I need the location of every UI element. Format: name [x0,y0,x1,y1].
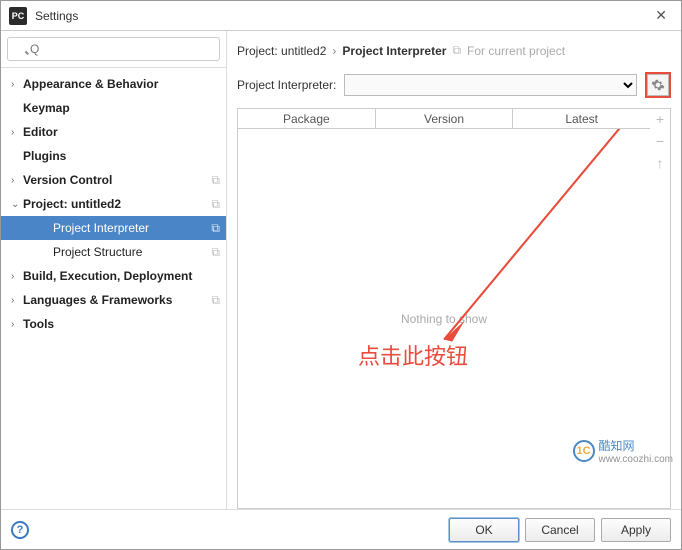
crumb-note: For current project [467,44,565,58]
app-icon: PC [9,7,27,25]
chevron-down-icon: ⌄ [11,199,23,210]
package-side-buttons: + − ↑ [650,109,670,508]
sidebar-item-label: Build, Execution, Deployment [23,269,220,283]
settings-tree: ›Appearance & BehaviorKeymap›EditorPlugi… [1,68,226,509]
close-icon[interactable]: ✕ [649,7,673,24]
sidebar-item-label: Tools [23,317,220,331]
main-panel: Project: untitled2 › Project Interpreter… [227,31,681,509]
sidebar-item-editor[interactable]: ›Editor [1,120,226,144]
search-input[interactable] [7,37,220,61]
chevron-right-icon: › [11,295,23,306]
ok-button[interactable]: OK [449,518,519,542]
sidebar-item-label: Editor [23,125,220,139]
sidebar: ›Appearance & BehaviorKeymap›EditorPlugi… [1,31,227,509]
sidebar-item-languages-frameworks[interactable]: ›Languages & Frameworks ⧉ [1,288,226,312]
sidebar-item-label: Version Control [23,173,207,187]
annotation-text: 点击此按钮 [358,339,468,371]
sidebar-item-build-execution-deployment[interactable]: ›Build, Execution, Deployment [1,264,226,288]
remove-package-button[interactable]: − [656,133,664,149]
project-scope-icon: ⧉ [211,221,220,236]
project-scope-icon: ⧉ [211,245,220,260]
apply-button[interactable]: Apply [601,518,671,542]
chevron-right-icon: › [11,127,23,138]
gear-highlight [645,72,671,98]
sidebar-item-label: Languages & Frameworks [23,293,207,307]
project-scope-icon: ⧉ [452,43,461,58]
sidebar-item-tools[interactable]: ›Tools [1,312,226,336]
chevron-right-icon: › [11,271,23,282]
crumb-parent[interactable]: Project: untitled2 [237,44,326,58]
sidebar-item-label: Project Interpreter [53,221,207,235]
sidebar-item-appearance-behavior[interactable]: ›Appearance & Behavior [1,72,226,96]
crumb-current: Project Interpreter [342,44,446,58]
table-header: Package Version Latest [238,109,650,129]
col-package[interactable]: Package [238,109,376,128]
interpreter-select[interactable] [344,74,637,96]
add-package-button[interactable]: + [656,111,664,127]
sidebar-item-project-interpreter[interactable]: Project Interpreter ⧉ [1,216,226,240]
sidebar-item-label: Appearance & Behavior [23,77,220,91]
project-scope-icon: ⧉ [211,293,220,308]
col-version[interactable]: Version [376,109,514,128]
chevron-right-icon: › [11,175,23,186]
breadcrumb: Project: untitled2 › Project Interpreter… [237,39,671,68]
help-button[interactable]: ? [11,521,29,539]
upgrade-package-button[interactable]: ↑ [657,155,664,171]
interpreter-label: Project Interpreter: [237,78,336,92]
gear-icon[interactable] [647,74,669,96]
table-body: Nothing to show 点击此按钮 [238,129,650,508]
sidebar-item-label: Plugins [23,149,220,163]
project-scope-icon: ⧉ [211,197,220,212]
sidebar-item-label: Project: untitled2 [23,197,207,211]
chevron-right-icon: › [332,44,336,58]
col-latest[interactable]: Latest [513,109,650,128]
sidebar-item-label: Project Structure [53,245,207,259]
project-scope-icon: ⧉ [211,173,220,188]
chevron-right-icon: › [11,319,23,330]
sidebar-item-project-untitled2[interactable]: ⌄Project: untitled2 ⧉ [1,192,226,216]
window-title: Settings [35,9,649,23]
chevron-right-icon: › [11,79,23,90]
empty-text: Nothing to show [401,312,487,326]
sidebar-item-label: Keymap [23,101,220,115]
cancel-button[interactable]: Cancel [525,518,595,542]
sidebar-item-keymap[interactable]: Keymap [1,96,226,120]
sidebar-item-project-structure[interactable]: Project Structure ⧉ [1,240,226,264]
sidebar-item-plugins[interactable]: Plugins [1,144,226,168]
sidebar-item-version-control[interactable]: ›Version Control ⧉ [1,168,226,192]
